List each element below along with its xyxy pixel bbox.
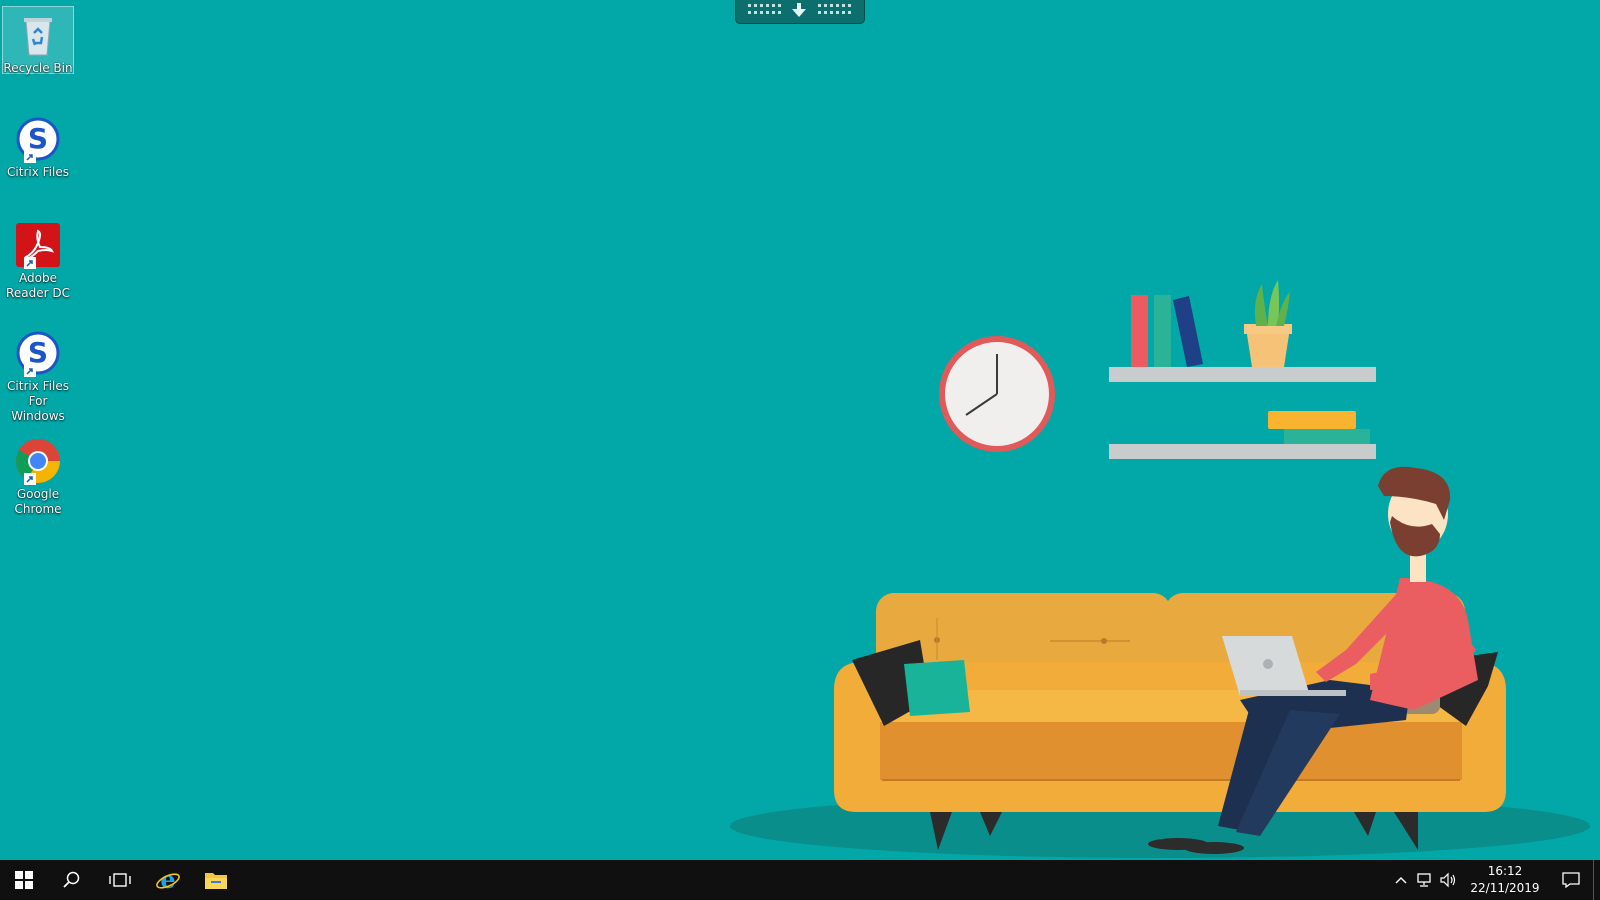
desktop-icon-label: Adobe Reader DC	[6, 271, 70, 300]
desktop-icon-citrix-files-for-windows[interactable]: S Citrix Files For Windows	[2, 324, 74, 425]
desktop-icon-label: Google Chrome	[14, 487, 62, 516]
wall-clock-illustration	[939, 336, 1055, 452]
clock-time: 16:12	[1487, 864, 1523, 878]
shortcut-arrow-icon	[24, 365, 36, 377]
svg-text:e: e	[160, 867, 175, 893]
search-icon	[63, 871, 80, 888]
search-button[interactable]	[48, 860, 96, 900]
internet-explorer-icon: e	[156, 867, 180, 893]
volume-icon	[1440, 872, 1456, 888]
network-icon	[1417, 873, 1431, 887]
volume-button[interactable]	[1437, 860, 1461, 900]
remote-session-toolbar[interactable]	[735, 0, 865, 24]
desktop-icon-citrix-files[interactable]: S Citrix Files	[2, 110, 74, 181]
desktop-icon-label: Citrix Files	[7, 165, 69, 179]
download-arrow-icon	[792, 3, 806, 17]
task-view-button[interactable]	[96, 860, 144, 900]
desktop-icon-label: Recycle Bin	[3, 61, 73, 75]
shortcut-arrow-icon	[24, 151, 36, 163]
clock-date: 22/11/2019	[1470, 881, 1540, 895]
desktop-icon-adobe-reader-dc[interactable]: Adobe Reader DC	[2, 216, 74, 302]
desktop-icon-recycle-bin[interactable]: Recycle Bin	[2, 6, 74, 75]
recycle-bin-icon	[14, 11, 62, 59]
windows-start-icon	[15, 871, 33, 889]
file-explorer-icon	[205, 873, 227, 889]
desktop-icon-google-chrome[interactable]: Google Chrome	[2, 432, 74, 518]
file-explorer-button[interactable]	[192, 860, 240, 900]
network-button[interactable]	[1413, 860, 1437, 900]
adobe-reader-icon	[14, 221, 62, 269]
citrix-files-icon: S	[14, 329, 62, 377]
taskbar-clock[interactable]: 16:12 22/11/2019	[1467, 863, 1543, 897]
action-center-icon	[1562, 872, 1580, 889]
chrome-icon	[14, 437, 62, 485]
taskbar: e 16:12 22/11/2019	[0, 860, 1600, 900]
shortcut-arrow-icon	[24, 257, 36, 269]
internet-explorer-button[interactable]: e	[144, 860, 192, 900]
show-desktop-button[interactable]	[1593, 860, 1600, 900]
shortcut-arrow-icon	[24, 473, 36, 485]
task-view-icon	[109, 873, 131, 887]
desktop-wallpaper	[0, 0, 1600, 860]
show-hidden-icons-button[interactable]	[1389, 860, 1413, 900]
action-center-button[interactable]	[1549, 860, 1593, 900]
citrix-files-icon: S	[14, 115, 62, 163]
system-tray: 16:12 22/11/2019	[1389, 860, 1600, 900]
desktop-icon-label: Citrix Files For Windows	[7, 379, 69, 423]
start-button[interactable]	[0, 860, 48, 900]
chevron-up-icon	[1395, 877, 1407, 884]
